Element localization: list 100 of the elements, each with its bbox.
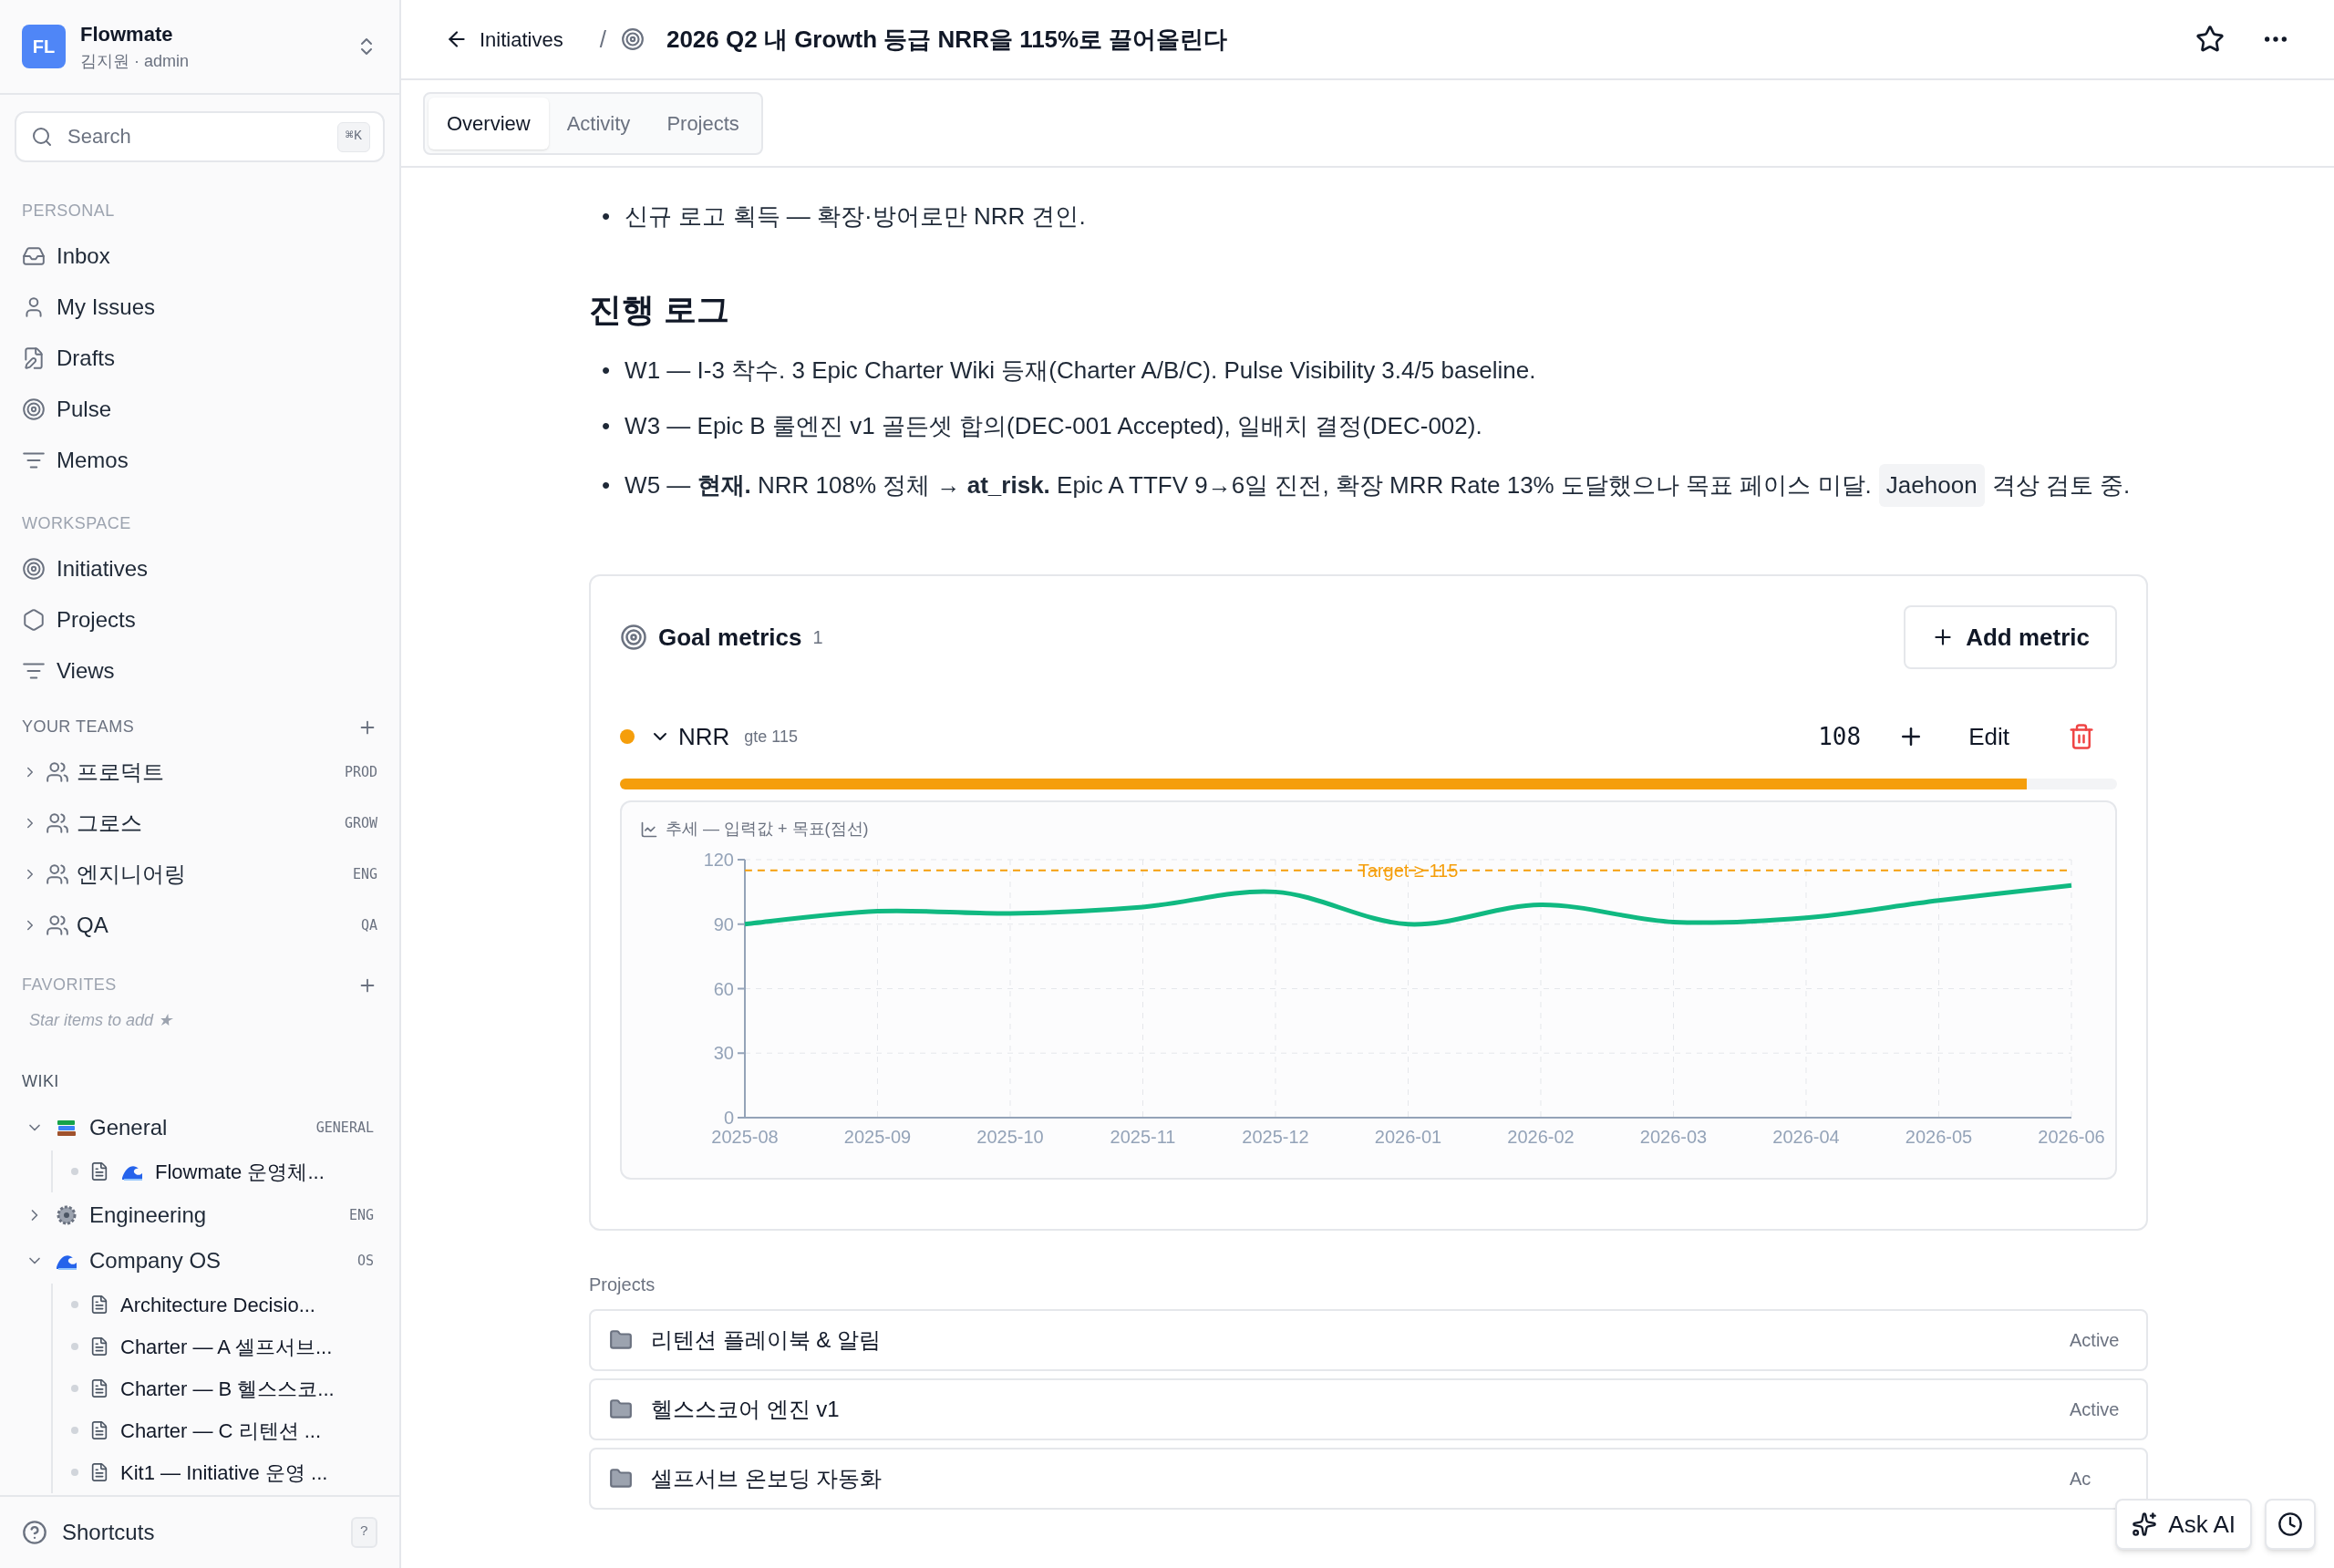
sidebar-item[interactable]: Pulse (0, 384, 399, 435)
sidebar-item-icon (22, 557, 46, 581)
team-item[interactable]: 엔지니어링 ENG (0, 849, 399, 900)
metric-name: NRR (678, 721, 730, 752)
team-item[interactable]: QA QA (0, 900, 399, 951)
sidebar-item[interactable]: My Issues (0, 282, 399, 333)
project-row[interactable]: 헬스스코어 엔진 v1 Active (589, 1378, 2148, 1440)
chart-title: 추세 — 입력값 + 목표(점선) (666, 819, 869, 840)
sidebar-item[interactable]: Projects (0, 594, 399, 645)
workspace-avatar: FL (22, 25, 66, 68)
y-tick-label: 90 (713, 913, 734, 934)
add-metric-button[interactable]: Add metric (1904, 605, 2117, 669)
section-label: PERSONAL (21, 201, 116, 222)
sidebar-item-icon (22, 608, 46, 632)
help-icon (22, 1520, 47, 1545)
section-label: WIKI (21, 1071, 60, 1092)
wiki-page-item[interactable]: Kit1 — Initiative 운영 ... (53, 1451, 399, 1493)
target-icon (620, 624, 647, 651)
x-tick-label: 2026-05 (1905, 1127, 1973, 1147)
folder-icon (609, 1467, 633, 1491)
wiki-page-item[interactable]: Charter — B 헬스스코... (53, 1367, 399, 1409)
x-tick-label: 2026-01 (1374, 1127, 1442, 1147)
shortcut-key: ? (351, 1516, 377, 1549)
favorites-empty-text: Star items to add ★ (28, 1010, 174, 1031)
section-label: YOUR TEAMS (22, 717, 135, 738)
team-item[interactable]: 그로스 GROW (0, 798, 399, 849)
wiki-space-item[interactable]: General GENERAL (0, 1105, 399, 1150)
project-row[interactable]: 셀프서브 온보딩 자동화 Ac (589, 1448, 2148, 1510)
tab[interactable]: Activity (548, 97, 649, 150)
metric-condition: gte 115 (744, 726, 799, 748)
history-button[interactable] (2265, 1499, 2316, 1550)
tick-mark (737, 923, 746, 925)
wiki-space-item[interactable]: Company OS OS (0, 1238, 399, 1284)
team-icon (46, 760, 69, 784)
log-entry-text: W5 — 현재. NRR 108% 정체 → at_risk. Epic A TTFV 9→6일 진전, 확장 MRR Rate 13% 도달했으나 목표 페이스 미달. (625, 470, 1872, 500)
tick-mark (737, 1117, 746, 1119)
mention-chip[interactable]: Jaehoon (1878, 464, 1985, 507)
shortcut-key: ⌘K (336, 122, 370, 152)
y-tick-label: 0 (723, 1108, 734, 1128)
x-tick-label: 2025-09 (843, 1127, 912, 1147)
document-icon (89, 1161, 109, 1181)
back-link[interactable]: Initiatives (445, 24, 563, 55)
ask-ai-button[interactable]: Ask AI (2115, 1499, 2252, 1550)
wiki-page-item[interactable]: Flowmate 운영체... (53, 1150, 399, 1192)
wiki-page-item[interactable]: Charter — A 셀프서브... (53, 1326, 399, 1367)
tab[interactable]: Projects (648, 97, 758, 150)
y-tick-label: 30 (713, 1043, 734, 1064)
section-heading: 진행 로그 (589, 290, 730, 330)
bullet-text: 신규 로고 획득 — 확장·방어로만 NRR 견인. (625, 201, 1086, 232)
folder-icon (609, 1398, 633, 1421)
shortcuts-button[interactable]: Shortcuts (22, 1516, 155, 1549)
search-icon (31, 126, 53, 148)
x-tick-label: 2025-12 (1242, 1127, 1309, 1147)
folder-icon (609, 1328, 633, 1352)
team-item[interactable]: 프로덕트 PROD (0, 747, 399, 798)
wiki-page-item[interactable]: Charter — C 리텐션 ... (53, 1409, 399, 1451)
delete-icon[interactable] (2068, 723, 2095, 750)
bullet-marker: • (602, 411, 611, 441)
bullet-marker: • (602, 470, 611, 500)
x-tick-label: 2026-03 (1639, 1127, 1708, 1147)
x-tick-label: 2026-06 (2038, 1127, 2105, 1147)
sidebar-item[interactable]: Views (0, 645, 399, 696)
line-chart-icon (640, 820, 658, 839)
sidebar-item[interactable]: Inbox (0, 231, 399, 282)
document-icon (89, 1295, 109, 1315)
sparkles-icon (2132, 1511, 2158, 1537)
edit-button[interactable]: Edit (1968, 718, 2009, 755)
x-tick-label: 2026-02 (1507, 1127, 1575, 1147)
metric-count: 1 (812, 626, 823, 649)
bullet-marker: • (602, 201, 611, 232)
tab[interactable]: Overview (429, 97, 549, 150)
metric-value: 108 (1818, 721, 1862, 752)
team-icon (46, 862, 69, 886)
gear-icon (55, 1203, 78, 1227)
x-tick-label: 2026-04 (1772, 1127, 1840, 1147)
sidebar-item[interactable]: Drafts (0, 333, 399, 384)
x-tick-label: 2025-08 (711, 1127, 779, 1147)
wiki-page-item[interactable]: Architecture Decisio... (53, 1284, 399, 1326)
page-title: 2026 Q2 내 Growth 등급 NRR을 115%로 끌어올린다 (666, 24, 1229, 55)
document-icon (89, 1378, 109, 1398)
y-tick-label: 120 (703, 850, 734, 870)
wiki-space-item[interactable]: Engineering ENG (0, 1192, 399, 1238)
log-entry-text: W1 — I-3 착수. 3 Epic Charter Wiki 등재(Charter A/B/C). Pulse Visibility 3.4/5 baseline. (625, 356, 1536, 386)
sidebar-item-icon (22, 346, 46, 370)
workspace-user: 김지원 · admin (80, 51, 191, 72)
tick-mark (737, 859, 746, 861)
sidebar-item[interactable]: Memos (0, 435, 399, 486)
log-entry-text: W3 — Epic B 룰엔진 v1 골든셋 합의(DEC-001 Accepted), 일배치 결정(DEC-002). (625, 411, 1482, 441)
target-icon (620, 27, 645, 51)
team-icon (46, 811, 69, 835)
sidebar-item[interactable]: Initiatives (0, 543, 399, 594)
sidebar-item-icon (22, 397, 46, 421)
x-tick-label: 2025-10 (976, 1127, 1044, 1147)
y-tick-label: 60 (713, 978, 734, 999)
projects-label: Projects (589, 1274, 656, 1296)
star-icon[interactable] (2195, 25, 2225, 54)
bullet-marker: • (602, 356, 611, 386)
project-row[interactable]: 리텐션 플레이북 & 알림 Active (589, 1309, 2148, 1371)
x-tick-label: 2025-11 (1110, 1127, 1176, 1147)
document-icon (89, 1336, 109, 1357)
